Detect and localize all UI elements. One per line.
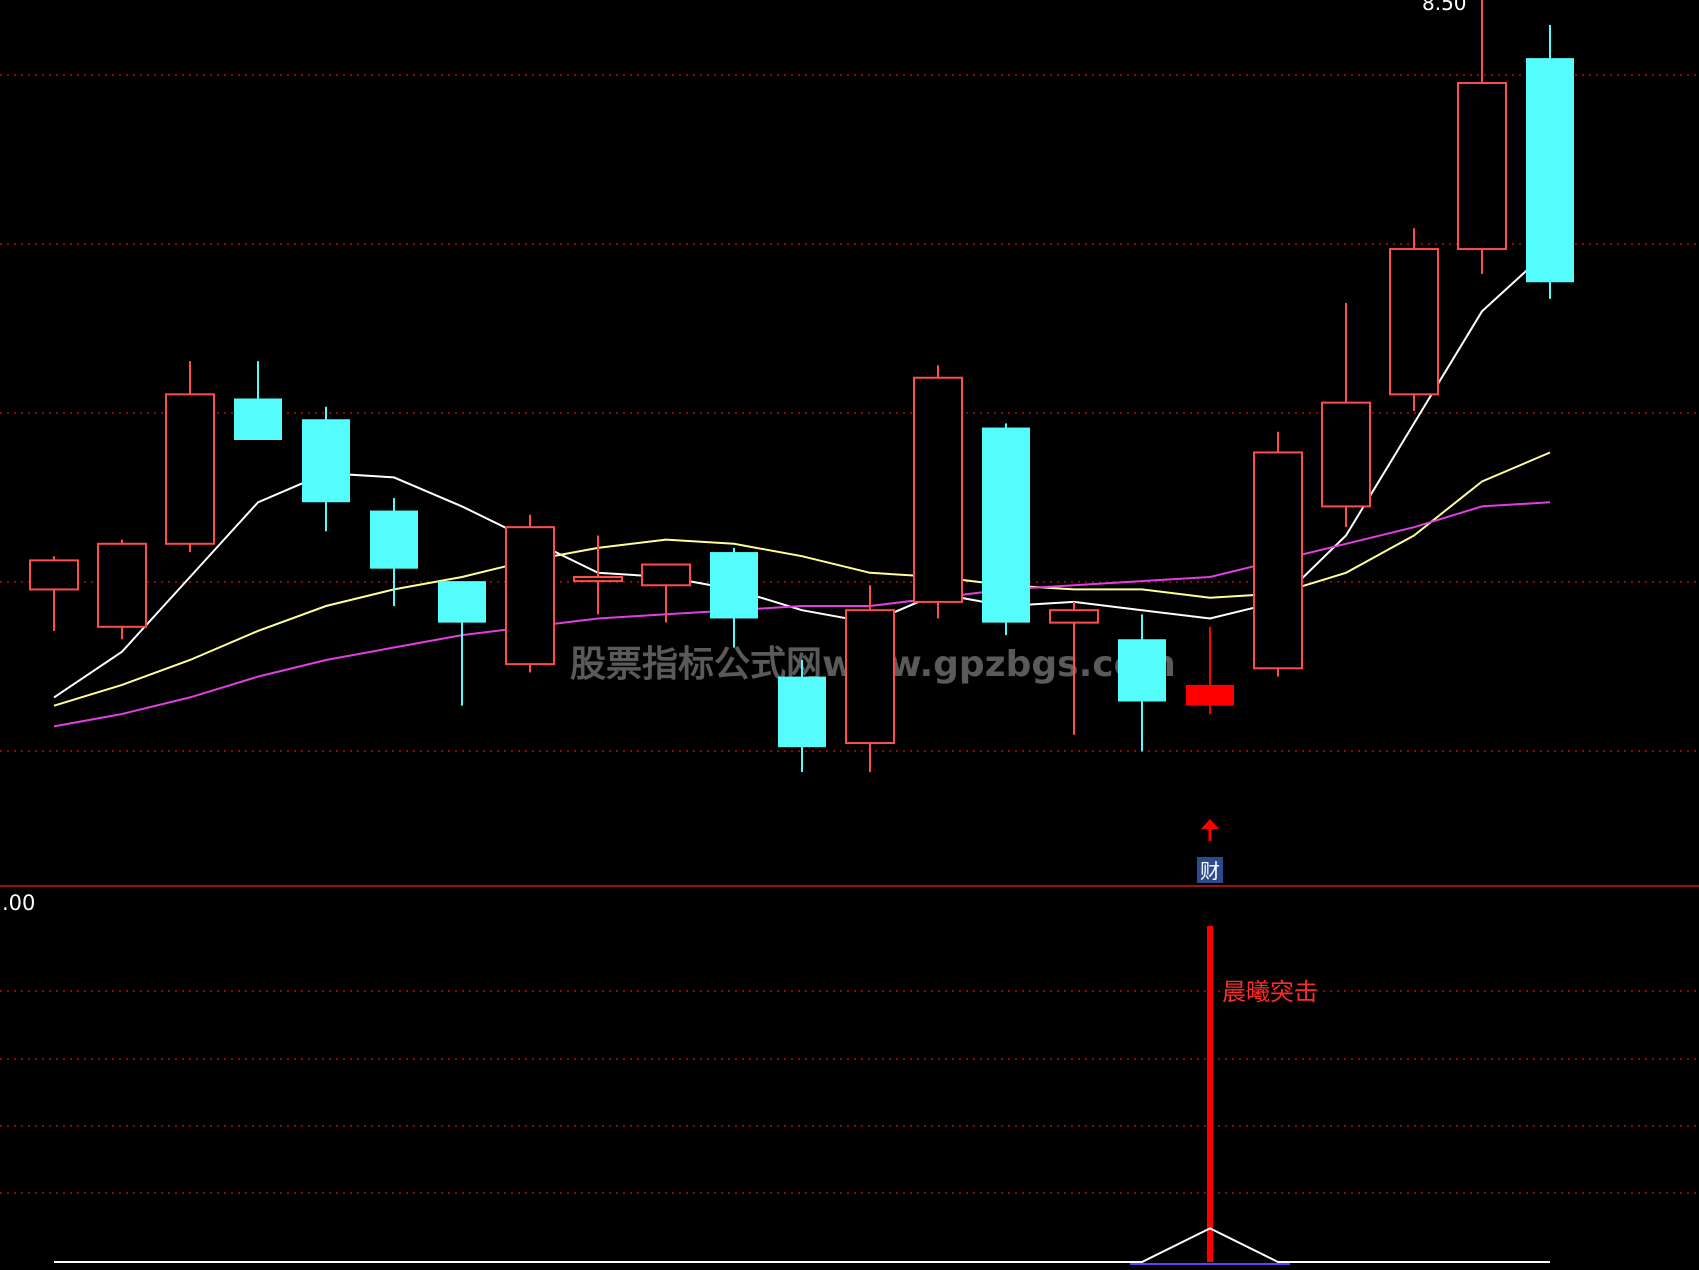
indicator-line-path — [54, 1227, 1550, 1263]
candle-body — [1118, 639, 1166, 702]
candle — [778, 660, 826, 773]
candle-body — [1253, 451, 1303, 670]
candle-body — [1186, 684, 1234, 706]
candle — [438, 581, 486, 706]
signal-arrow-icon — [1201, 818, 1219, 841]
candle — [234, 361, 282, 440]
candle — [710, 547, 758, 648]
candle-body — [573, 575, 623, 583]
candle-body — [778, 676, 826, 748]
candle — [1526, 24, 1574, 299]
candle-body — [302, 419, 350, 503]
candle — [982, 423, 1030, 636]
candle-body — [1321, 401, 1371, 508]
candle-body — [165, 393, 215, 545]
candle-body — [234, 398, 282, 440]
candle — [1321, 303, 1371, 528]
candle — [913, 365, 963, 619]
candle — [1253, 431, 1303, 677]
indicator-bar — [1207, 926, 1213, 1262]
finance-badge[interactable]: 财 — [1197, 857, 1223, 883]
candle-body — [438, 581, 486, 623]
indicator-line — [54, 1227, 1550, 1265]
candle — [1118, 614, 1166, 752]
stock-chart: 股票指标公式网www.gpzbgs.com 8.50 财 .00 晨曦突击 — [0, 0, 1699, 1265]
candle — [29, 556, 79, 631]
candle — [1457, 0, 1507, 274]
candle — [370, 498, 418, 607]
candle-body — [29, 559, 79, 591]
candle-body — [97, 542, 147, 628]
candle — [302, 406, 350, 532]
candle — [573, 535, 623, 615]
candle-body — [845, 609, 895, 745]
top-price-label: 8.50 — [1422, 0, 1467, 15]
candle-body — [370, 510, 418, 569]
finance-badge-text: 财 — [1200, 859, 1220, 883]
candle-body — [1049, 609, 1099, 624]
indicator-grid — [0, 990, 1699, 1194]
candle-body — [641, 563, 691, 587]
candle — [845, 585, 895, 773]
candle — [97, 539, 147, 640]
candle-body — [1389, 248, 1439, 396]
candle-body — [1457, 82, 1507, 251]
candle-body — [710, 552, 758, 619]
candle-body — [982, 427, 1030, 623]
candle-body — [913, 376, 963, 603]
signal-label: 晨曦突击 — [1222, 978, 1318, 1006]
candle-body — [505, 526, 555, 666]
candle — [1389, 228, 1439, 411]
candle — [1186, 626, 1234, 714]
indicator-axis-label: .00 — [2, 891, 35, 915]
candle — [165, 361, 215, 553]
candle-body — [1526, 58, 1574, 283]
indicator-bars — [1207, 926, 1213, 1262]
candle — [505, 514, 555, 673]
